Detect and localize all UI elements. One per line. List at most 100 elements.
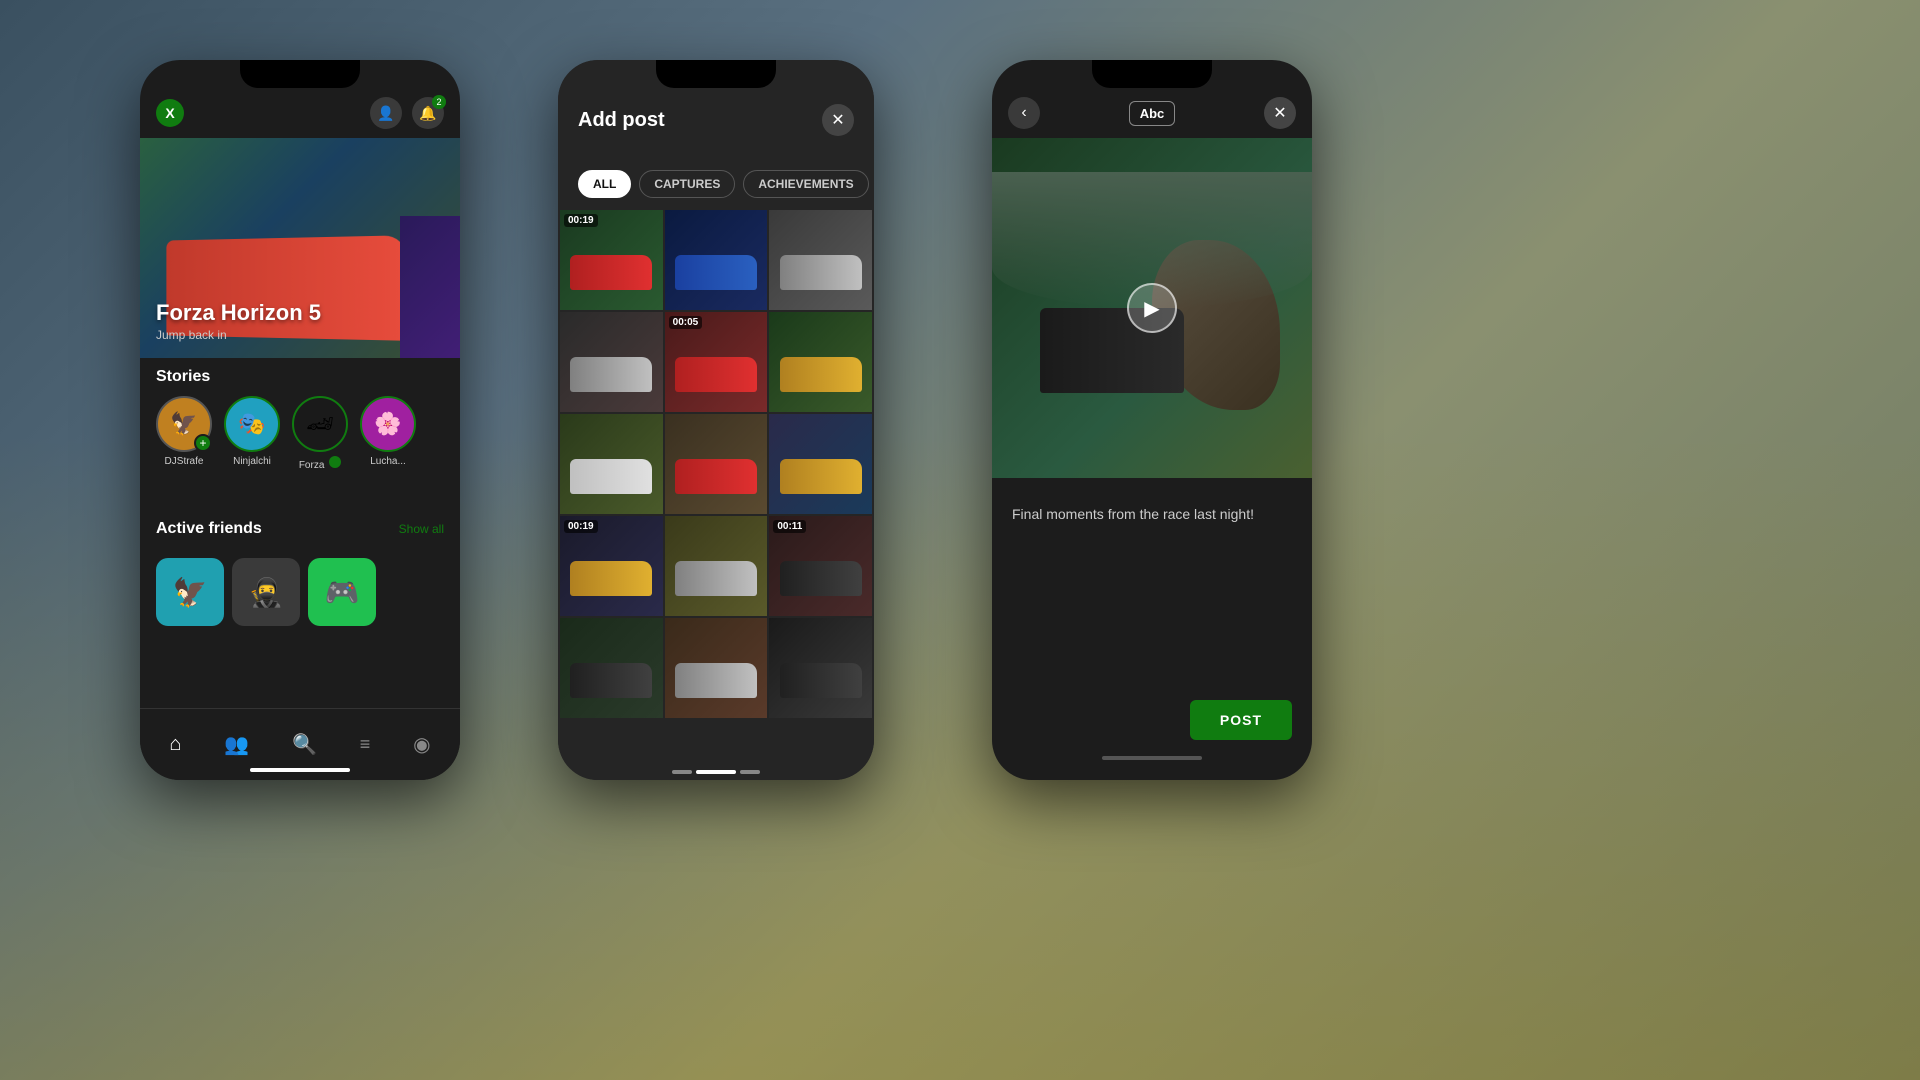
right-phone-header: ‹ Abc ✕	[992, 88, 1312, 138]
right-close-button[interactable]: ✕	[1264, 97, 1296, 129]
video-preview[interactable]: ▶	[992, 138, 1312, 478]
capture-cell-11[interactable]	[665, 516, 768, 616]
profile-icon-btn[interactable]: 👤	[370, 97, 402, 129]
library-icon: ≡	[360, 734, 371, 755]
modal-title: Add post	[578, 109, 665, 132]
car-shape-14	[675, 663, 757, 698]
friend-avatar-3[interactable]: 🎮	[308, 558, 376, 626]
scroll-dot-2	[696, 770, 736, 774]
center-modal-phone: Add post ✕ ALL CAPTURES ACHIEVEMENTS 00:…	[558, 60, 874, 780]
filter-tab-captures[interactable]: CAPTURES	[639, 170, 735, 198]
capture-cell-6[interactable]	[769, 312, 872, 412]
friends-section: Active friends Show all 🦅 🥷 🎮	[140, 520, 460, 626]
story-item-ninjalchi[interactable]: 🎭 Ninjalchi	[224, 396, 280, 471]
hero-text: Forza Horizon 5 Jump back in	[156, 300, 321, 342]
story-avatar-ninjalchi: 🎭	[224, 396, 280, 452]
scroll-dot-1	[672, 770, 692, 774]
caption-text: Final moments from the race last night!	[1012, 506, 1292, 522]
stories-section: Stories 🦅 + DJStrafe 🎭 Ninjalchi 🏎	[140, 368, 460, 471]
story-item-forza[interactable]: 🏎 Forza	[292, 396, 348, 471]
story-emoji-forza: 🏎	[306, 411, 334, 437]
modal-close-button[interactable]: ✕	[822, 104, 854, 136]
xbox-logo[interactable]: X	[156, 99, 184, 127]
capture-cell-2[interactable]	[665, 210, 768, 310]
notifications-btn[interactable]: 🔔 2	[412, 97, 444, 129]
car-shape-11	[675, 561, 757, 596]
story-add-icon: +	[194, 434, 212, 452]
capture-cell-13[interactable]	[560, 618, 663, 718]
header-icons: 👤 🔔 2	[370, 97, 444, 129]
car-shape-4	[570, 357, 652, 392]
friends-header: Active friends Show all	[140, 520, 460, 548]
people-icon: 👥	[224, 732, 249, 757]
hero-banner-2[interactable]: Or... th...	[400, 216, 460, 358]
nav-item-search[interactable]: 🔍	[280, 724, 329, 765]
story-name-lucha: Lucha...	[370, 456, 406, 467]
left-phone-header: X 👤 🔔 2	[140, 88, 460, 138]
verified-icon	[329, 456, 341, 468]
nav-item-profile[interactable]: ◉	[401, 724, 442, 765]
capture-cell-10[interactable]: 00:19	[560, 516, 663, 616]
hero-subtitle: Jump back in	[156, 328, 321, 342]
capture-cell-5[interactable]: 00:05	[665, 312, 768, 412]
story-name-ninjalchi: Ninjalchi	[233, 456, 271, 467]
post-button[interactable]: POST	[1190, 700, 1292, 740]
capture-cell-1[interactable]: 00:19	[560, 210, 663, 310]
right-phone-notch	[1092, 60, 1212, 88]
capture-cell-8[interactable]	[665, 414, 768, 514]
nav-indicator	[250, 768, 350, 772]
left-phone-notch	[240, 60, 360, 88]
filter-tabs: ALL CAPTURES ACHIEVEMENTS	[558, 170, 874, 198]
show-all-link[interactable]: Show all	[399, 522, 444, 536]
nav-item-people[interactable]: 👥	[212, 724, 261, 765]
story-avatar-forza: 🏎	[292, 396, 348, 452]
capture-cell-4[interactable]	[560, 312, 663, 412]
back-button[interactable]: ‹	[1008, 97, 1040, 129]
story-emoji-djstrafe: 🦅	[170, 411, 197, 437]
play-button[interactable]: ▶	[1127, 283, 1177, 333]
captures-grid: 00:19 00:05	[558, 210, 874, 780]
modal-header: Add post ✕	[558, 88, 874, 136]
capture-cell-12[interactable]: 00:11	[769, 516, 872, 616]
friend-avatar-2[interactable]: 🥷	[232, 558, 300, 626]
capture-cell-9[interactable]	[769, 414, 872, 514]
hero-title: Forza Horizon 5	[156, 300, 321, 326]
capture-cell-15[interactable]	[769, 618, 872, 718]
car-shape-8	[675, 459, 757, 494]
scroll-indicator	[672, 770, 760, 774]
friend-emoji-2: 🥷	[249, 576, 284, 609]
car-shape-10	[570, 561, 652, 596]
car-shape-2	[675, 255, 757, 290]
car-shape-15	[780, 663, 862, 698]
profile-icon: ◉	[413, 732, 430, 757]
car-shape-1	[570, 255, 652, 290]
story-avatar-lucha: 🌸	[360, 396, 416, 452]
home-icon: ⌂	[169, 733, 181, 756]
notification-badge: 2	[432, 95, 446, 109]
story-name-djstrafe: DJStrafe	[165, 456, 204, 467]
filter-tab-all[interactable]: ALL	[578, 170, 631, 198]
story-item-lucha[interactable]: 🌸 Lucha...	[360, 396, 416, 471]
car-shape-9	[780, 459, 862, 494]
scroll-dot-3	[740, 770, 760, 774]
capture-cell-14[interactable]	[665, 618, 768, 718]
capture-cell-7[interactable]	[560, 414, 663, 514]
friend-avatar-1[interactable]: 🦅	[156, 558, 224, 626]
capture-cell-3[interactable]	[769, 210, 872, 310]
story-emoji-ninjalchi: 🎭	[238, 411, 265, 437]
nav-item-home[interactable]: ⌂	[157, 725, 193, 764]
car-shape-5	[675, 357, 757, 392]
nav-item-library[interactable]: ≡	[348, 726, 383, 763]
filter-tab-achievements[interactable]: ACHIEVEMENTS	[743, 170, 868, 198]
friend-emoji-1: 🦅	[173, 576, 208, 609]
car-shape-3	[780, 255, 862, 290]
abc-button[interactable]: Abc	[1129, 101, 1176, 126]
right-phone: ‹ Abc ✕ ▶ Final moments from the race la…	[992, 60, 1312, 780]
car-shape-6	[780, 357, 862, 392]
caption-area: Final moments from the race last night!	[992, 490, 1312, 538]
hero-banner[interactable]: Forza Horizon 5 Jump back in Or... th...	[140, 138, 460, 358]
car-shape-13	[570, 663, 652, 698]
story-item-djstrafe[interactable]: 🦅 + DJStrafe	[156, 396, 212, 471]
car-shape-7	[570, 459, 652, 494]
stories-title: Stories	[140, 368, 460, 396]
